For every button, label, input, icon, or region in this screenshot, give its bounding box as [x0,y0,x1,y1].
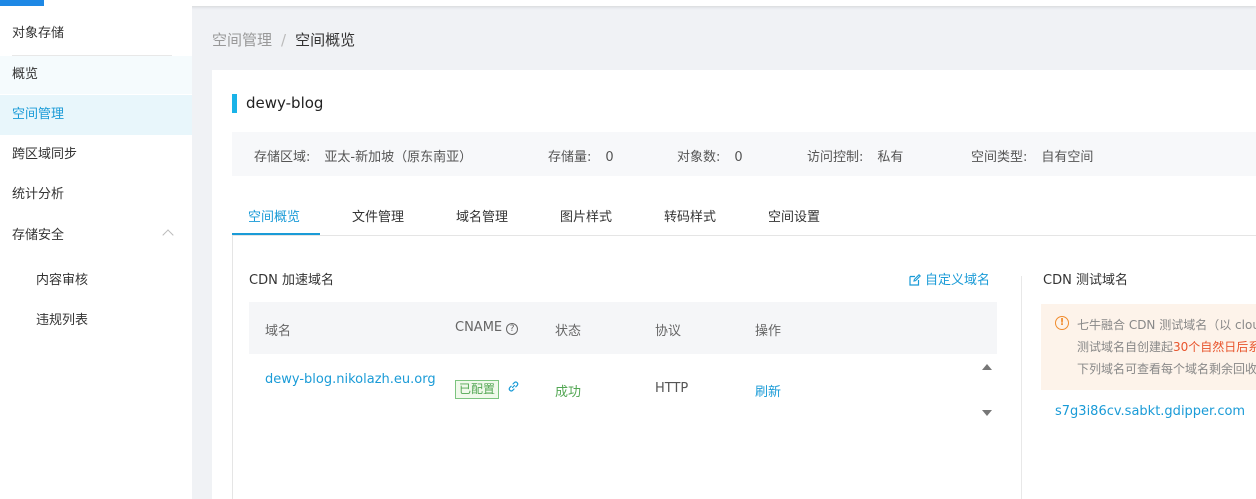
sidebar-item-storage-security-label: 存储安全 [12,228,65,243]
breadcrumb-current: 空间概览 [295,31,356,49]
bucket-title-accent [232,94,237,113]
bucket-info-strip: 存储区域: 亚太-新加坡（原东南亚） 存储量: 0 对象数: 0 访问控制: 私有 空间… [232,132,1256,176]
test-domain-title: CDN 测试域名 [1043,273,1128,288]
info-access-value: 私有 [877,150,904,165]
status-success: 成功 [555,385,582,400]
th-cname-label: CNAME [455,320,503,335]
bucket-tabs: 空间概览 文件管理 域名管理 图片样式 转码样式 空间设置 [232,198,1256,236]
cdn-domains-title: CDN 加速域名 [249,273,334,288]
cdn-domain-link[interactable]: dewy-blog.nikolazh.eu.org [265,370,441,390]
info-storage: 存储量: 0 [548,146,614,165]
breadcrumb-separator: / [281,31,287,49]
sidebar-item-cross-region-sync[interactable]: 跨区域同步 [0,135,192,175]
sidebar-item-content-review[interactable]: 内容审核 [0,261,192,301]
notice-line-2-prefix: 测试域名自创建起 [1077,340,1174,354]
info-objects-value: 0 [734,150,743,165]
info-objects-label: 对象数: [677,150,721,165]
tab-domain-management[interactable]: 域名管理 [456,206,508,225]
tab-bucket-settings[interactable]: 空间设置 [768,206,820,225]
info-access-label: 访问控制: [807,150,864,165]
th-protocol: 协议 [655,324,682,339]
sidebar: 对象存储 概览 空间管理 跨区域同步 统计分析 存储安全 内容审核 违规列表 [0,6,192,499]
sidebar-item-bucket-management[interactable]: 空间管理 [0,95,192,135]
th-action: 操作 [755,324,782,339]
cdn-table-header: 域名 CNAME? 状态 协议 操作 [249,302,997,354]
breadcrumb-parent[interactable]: 空间管理 [212,31,272,49]
info-region-label: 存储区域: [254,150,311,165]
info-storage-value: 0 [605,150,614,165]
tab-file-management[interactable]: 文件管理 [352,206,404,225]
sidebar-item-statistics[interactable]: 统计分析 [0,175,192,215]
scroll-down-arrow[interactable] [982,410,992,416]
notice-line-2-highlight: 30个自然日后 [1173,340,1249,354]
sidebar-item-violation-list[interactable]: 违规列表 [0,301,192,341]
overview-content: CDN 加速域名 自定义域名 域名 CNAME? 状态 协议 操作 dewy-b… [232,236,1256,499]
sidebar-item-storage-security[interactable]: 存储安全 [0,216,192,256]
info-region: 存储区域: 亚太-新加坡（原东南亚） [254,146,472,165]
sidebar-item-overview[interactable]: 概览 [0,55,192,95]
notice-line-2-suffix: 系 [1248,340,1256,354]
info-type: 空间类型: 自有空间 [971,146,1093,165]
active-tab-indicator [232,233,320,235]
info-type-label: 空间类型: [971,150,1028,165]
link-icon[interactable] [507,380,520,396]
info-type-value: 自有空间 [1041,150,1094,165]
edit-icon [909,274,921,286]
breadcrumb: 空间管理 / 空间概览 [212,29,355,50]
tab-overview[interactable]: 空间概览 [248,206,300,225]
warning-icon: ! [1055,316,1069,330]
th-status: 状态 [555,324,582,339]
test-domain-notice: ! 七牛融合 CDN 测试域名（以 clou 测试域名自创建起30个自然日后系 … [1041,304,1256,390]
protocol-value: HTTP [655,381,689,396]
info-objects: 对象数: 0 [677,146,743,165]
notice-line-2: 测试域名自创建起30个自然日后系 [1077,338,1256,355]
sidebar-title: 对象存储 [12,26,65,41]
tab-image-styles[interactable]: 图片样式 [560,206,612,225]
column-separator [1021,276,1022,499]
info-access: 访问控制: 私有 [807,146,903,165]
custom-domain-label: 自定义域名 [925,273,991,288]
cname-configured-badge: 已配置 [455,380,500,399]
info-storage-label: 存储量: [548,150,592,165]
table-row: dewy-blog.nikolazh.eu.org 已配置 成功 HTTP 刷新 [249,354,997,430]
scroll-up-arrow[interactable] [982,364,992,370]
bucket-name: dewy-blog [246,94,324,112]
th-cname: CNAME? [455,320,519,335]
info-region-value: 亚太-新加坡（原东南亚） [324,150,473,165]
th-domain: 域名 [265,324,292,339]
notice-line-1: 七牛融合 CDN 测试域名（以 clou [1077,318,1256,332]
tab-transcode-styles[interactable]: 转码样式 [664,206,716,225]
main-panel: dewy-blog 存储区域: 亚太-新加坡（原东南亚） 存储量: 0 对象数: 0 … [212,70,1256,499]
test-domain-link[interactable]: s7g3i86cv.sabkt.gdipper.com [1055,404,1245,419]
refresh-link[interactable]: 刷新 [755,381,781,400]
chevron-up-icon [162,229,174,241]
notice-line-3: 下列域名可查看每个域名剩余回收 [1077,362,1256,376]
help-icon[interactable]: ? [506,323,519,335]
custom-domain-link[interactable]: 自定义域名 [909,269,990,288]
